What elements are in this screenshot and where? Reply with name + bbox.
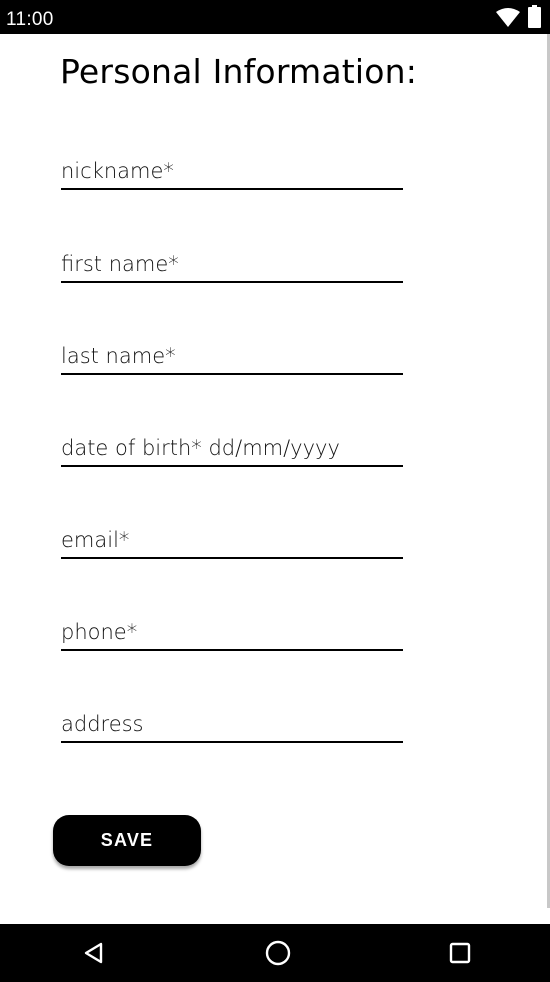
first-name-input[interactable] <box>61 247 403 281</box>
save-button[interactable]: SAVE <box>53 815 201 866</box>
nickname-field[interactable] <box>61 154 403 190</box>
home-icon <box>265 940 291 966</box>
home-button[interactable] <box>256 933 300 973</box>
address-field[interactable] <box>61 707 403 743</box>
date-of-birth-input[interactable] <box>61 431 403 465</box>
back-button[interactable] <box>72 933 116 973</box>
back-icon <box>84 942 103 964</box>
status-bar: 11:00 <box>0 0 550 34</box>
page-title: Personal Information: <box>60 52 418 91</box>
first-name-field[interactable] <box>61 247 403 283</box>
battery-icon <box>528 5 541 28</box>
phone-field[interactable] <box>61 615 403 651</box>
status-time: 11:00 <box>6 9 54 30</box>
date-of-birth-field[interactable] <box>61 431 403 467</box>
address-input[interactable] <box>61 707 403 741</box>
phone-input[interactable] <box>61 615 403 649</box>
last-name-field[interactable] <box>61 339 403 375</box>
last-name-input[interactable] <box>61 339 403 373</box>
email-field[interactable] <box>61 523 403 559</box>
recents-icon <box>449 942 471 964</box>
nickname-input[interactable] <box>61 154 403 188</box>
navigation-bar <box>0 924 550 982</box>
email-input[interactable] <box>61 523 403 557</box>
wifi-icon <box>496 7 520 27</box>
recents-button[interactable] <box>438 933 482 973</box>
